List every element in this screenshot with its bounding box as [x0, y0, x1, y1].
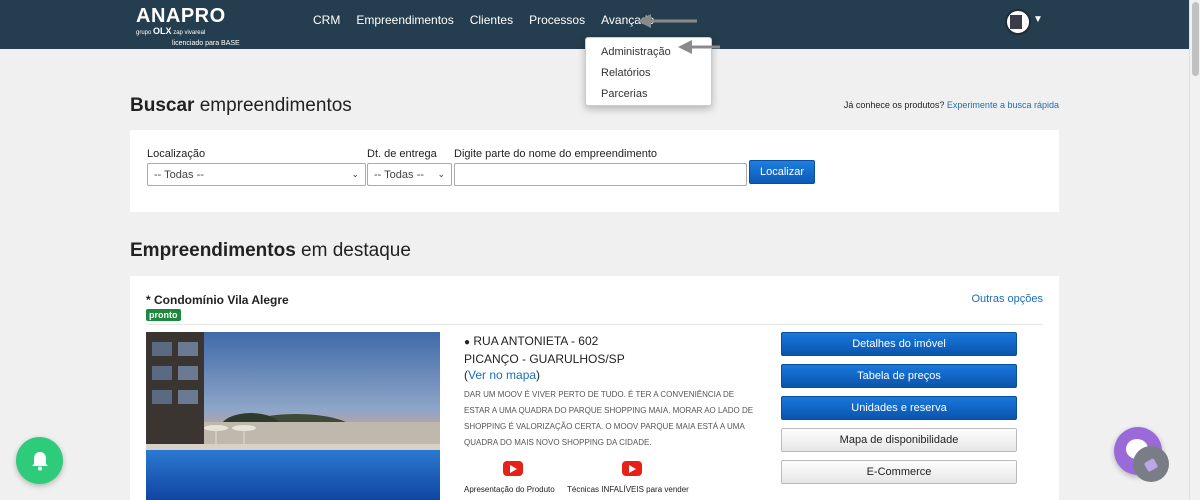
- location-select[interactable]: -- Todas -- ⌄: [147, 163, 366, 186]
- menu-item-parcerias[interactable]: Parcerias: [586, 84, 711, 105]
- property-photo[interactable]: [146, 332, 440, 500]
- search-title-rest: empreendimentos: [194, 95, 352, 116]
- featured-title-bold: Empreendimentos: [130, 240, 296, 261]
- pointer-arrow-icon: [678, 40, 720, 54]
- delivery-select[interactable]: -- Todas -- ⌄: [367, 163, 452, 186]
- delivery-label: Dt. de entrega: [367, 148, 437, 160]
- name-label: Digite parte do nome do empreendimento: [454, 148, 658, 160]
- chevron-down-icon: ⌄: [437, 169, 445, 179]
- ecommerce-button[interactable]: E-Commerce: [781, 460, 1017, 484]
- user-avatar[interactable]: [1005, 9, 1031, 35]
- logo-group-suffix: zap vivareal: [173, 30, 206, 36]
- chevron-down-icon[interactable]: ▼: [1033, 14, 1043, 25]
- map-link[interactable]: Ver no mapa: [468, 368, 536, 382]
- location-select-value: -- Todas --: [154, 168, 204, 181]
- search-title-bold: Buscar: [130, 95, 195, 116]
- availability-map-button[interactable]: Mapa de disponibilidade: [781, 428, 1017, 452]
- search-section-title: Buscar empreendimentos: [130, 95, 352, 117]
- delivery-select-value: -- Todas --: [374, 168, 424, 181]
- pointer-arrow-icon: [637, 14, 697, 28]
- quick-search-link[interactable]: Experimente a busca rápida: [947, 100, 1059, 110]
- page-scrollbar[interactable]: [1189, 0, 1200, 500]
- featured-section-title: Empreendimentos em destaque: [130, 240, 411, 262]
- divider: [146, 324, 1043, 325]
- nav-clientes[interactable]: Clientes: [470, 13, 513, 27]
- scrollbar-thumb[interactable]: [1192, 2, 1199, 76]
- puzzle-icon: [1144, 458, 1158, 472]
- nav-empreendimentos[interactable]: Empreendimentos: [356, 13, 453, 27]
- status-badge: pronto: [146, 309, 181, 321]
- address-line-2: PICANÇO - GUARULHOS/SP: [464, 352, 625, 366]
- property-description: DAR UM MOOV É VIVER PERTO DE TUDO. É TER…: [464, 390, 754, 447]
- bell-icon: [31, 451, 48, 470]
- extension-puzzle-icon[interactable]: [1133, 446, 1169, 482]
- nav-processos[interactable]: Processos: [529, 13, 585, 27]
- details-button[interactable]: Detalhes do imóvel: [781, 332, 1017, 356]
- search-card: Localização -- Todas -- ⌄ Dt. de entrega…: [130, 130, 1059, 212]
- location-label: Localização: [147, 148, 206, 160]
- youtube-icon[interactable]: [503, 461, 523, 476]
- menu-item-relatorios[interactable]: Relatórios: [586, 63, 711, 84]
- featured-title-rest: em destaque: [295, 240, 411, 261]
- location-pin-icon: ●: [464, 337, 471, 348]
- map-link-wrapper: (Ver no mapa): [464, 367, 625, 383]
- map-paren-close: ): [536, 368, 541, 382]
- name-search-input[interactable]: [454, 163, 747, 186]
- quick-search-hint-text: Já conhece os produtos?: [843, 100, 947, 110]
- price-table-button[interactable]: Tabela de preços: [781, 364, 1017, 388]
- address-line-1: RUA ANTONIETA - 602: [473, 334, 599, 348]
- other-options-link[interactable]: Outras opções: [971, 293, 1043, 305]
- property-address: ● RUA ANTONIETA - 602 PICANÇO - GUARULHO…: [464, 333, 625, 383]
- logo-group-name: OLX: [153, 26, 172, 36]
- localizar-button[interactable]: Localizar: [749, 160, 815, 184]
- logo-group: grupo OLX zap vivareal: [136, 27, 226, 37]
- logo-text: ANAPRO: [136, 5, 226, 27]
- licensed-text: licenciado para BASE: [172, 40, 240, 47]
- units-reservation-button[interactable]: Unidades e reserva: [781, 396, 1017, 420]
- video-label-tecnicas[interactable]: Técnicas INFALÍVEIS para vender: [567, 485, 689, 494]
- notification-bell-button[interactable]: [16, 437, 63, 484]
- chevron-down-icon: ⌄: [351, 169, 359, 179]
- nav-crm[interactable]: CRM: [313, 13, 340, 27]
- quick-search-hint: Já conhece os produtos? Experimente a bu…: [844, 100, 1059, 110]
- property-name[interactable]: * Condomínio Vila Alegre: [146, 293, 289, 307]
- video-label-apresentacao[interactable]: Apresentação do Produto: [464, 485, 555, 494]
- logo-group-prefix: grupo: [136, 30, 152, 36]
- youtube-icon[interactable]: [622, 461, 642, 476]
- featured-property-card: * Condomínio Vila Alegre pronto Outras o…: [130, 276, 1059, 500]
- anapro-logo[interactable]: ANAPRO grupo OLX zap vivareal licenciado…: [136, 5, 240, 47]
- main-nav: CRM Empreendimentos Clientes Processos A…: [313, 13, 654, 27]
